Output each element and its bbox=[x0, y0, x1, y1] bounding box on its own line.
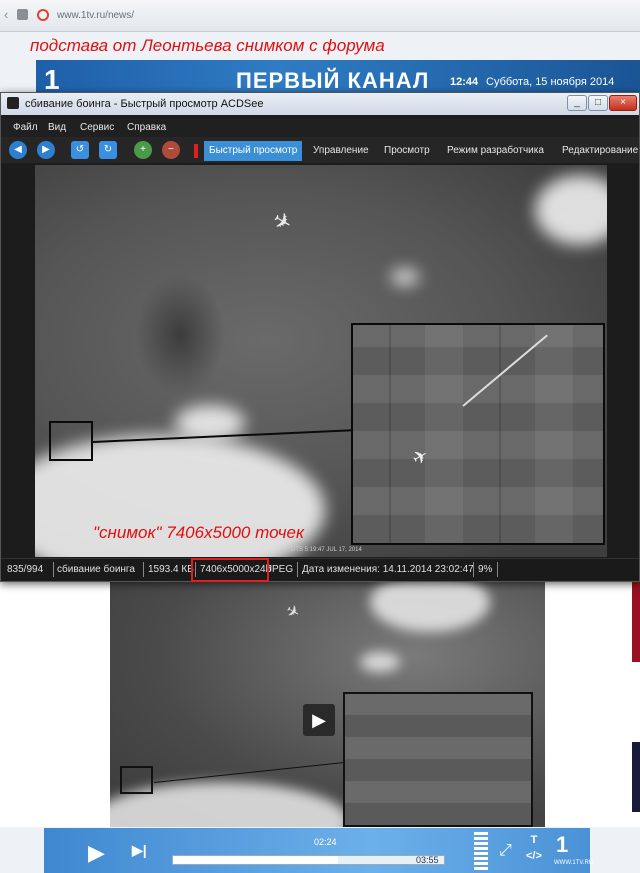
site-time: 12:44 bbox=[450, 76, 479, 88]
tab-edit[interactable]: Редактирование bbox=[557, 141, 640, 161]
side-thumbnail[interactable] bbox=[632, 742, 640, 812]
browser-address-bar: ‹ www.1tv.ru/news/ bbox=[0, 0, 640, 32]
status-bar: 835/994 сбивание боинга 1593.4 КБ 7406x5… bbox=[1, 558, 639, 582]
acdsee-window: сбивание боинга - Быстрый просмотр ACDSe… bbox=[0, 92, 640, 582]
volume-icon[interactable] bbox=[474, 832, 488, 870]
plane-icon: ✈ bbox=[282, 601, 303, 624]
status-filename: сбивание боинга bbox=[57, 564, 135, 575]
video-selection-box bbox=[120, 766, 153, 794]
site-icon bbox=[37, 9, 49, 21]
play-icon[interactable]: ▶ bbox=[88, 840, 105, 866]
window-titlebar[interactable]: сбивание боинга - Быстрый просмотр ACDSe… bbox=[1, 93, 639, 115]
image-stamp: DTS 5:19:47 JUL 17, 2014 bbox=[291, 547, 362, 553]
town-area bbox=[135, 275, 225, 395]
site-label: WWW.1TV.RU bbox=[554, 860, 594, 866]
channel-name[interactable]: ПЕРВЫЙ КАНАЛ bbox=[236, 68, 429, 94]
next-icon[interactable]: ▶| bbox=[132, 842, 147, 859]
tab-indicator bbox=[194, 144, 198, 158]
status-modified: Дата изменения: 14.11.2014 23:02:47 bbox=[302, 564, 474, 575]
divider bbox=[53, 562, 54, 577]
page-icon bbox=[17, 9, 28, 20]
cloud bbox=[535, 175, 607, 245]
tab-developer[interactable]: Режим разработчика bbox=[442, 141, 549, 161]
progress-track[interactable] bbox=[172, 855, 445, 865]
status-format: JPEG bbox=[267, 564, 294, 575]
tab-view[interactable]: Просмотр bbox=[379, 141, 435, 161]
side-banner[interactable] bbox=[632, 582, 640, 662]
play-icon[interactable]: ▶ bbox=[303, 704, 335, 736]
image-viewer[interactable]: ✈ ✈ "снимок" 7406x5000 точек DTS 5:19:47… bbox=[35, 165, 607, 557]
rotate-left-icon[interactable]: ↺ bbox=[71, 141, 89, 159]
progress-fill bbox=[173, 856, 339, 864]
menu-help[interactable]: Справка bbox=[127, 122, 166, 133]
field-pattern bbox=[353, 325, 603, 543]
video-zoom-inset bbox=[343, 692, 533, 827]
back-icon[interactable]: ◀ bbox=[9, 141, 27, 159]
channel-logo-icon[interactable]: 1 bbox=[556, 832, 568, 858]
dimensions-highlight bbox=[191, 558, 269, 582]
divider bbox=[143, 562, 144, 577]
cloud bbox=[360, 652, 400, 672]
headline-annotation: подстава от Леонтьева снимком с форума bbox=[30, 36, 385, 55]
embed-icon[interactable]: T </> bbox=[526, 832, 542, 864]
page-right-column bbox=[545, 582, 640, 827]
tab-quick-view[interactable]: Быстрый просмотр bbox=[204, 141, 303, 161]
zoom-inset: ✈ bbox=[351, 323, 605, 545]
fullscreen-icon[interactable]: ⤢ bbox=[499, 842, 512, 860]
menu-bar: Файл Вид Сервис Справка bbox=[1, 119, 639, 137]
menu-view[interactable]: Вид bbox=[48, 122, 66, 133]
page-left-column bbox=[0, 582, 110, 827]
maximize-button[interactable]: □ bbox=[588, 95, 608, 111]
zoom-out-icon[interactable]: − bbox=[162, 141, 180, 159]
menu-tools[interactable]: Сервис bbox=[80, 122, 114, 133]
window-title: сбивание боинга - Быстрый просмотр ACDSe… bbox=[25, 98, 264, 110]
toolbar: ◀ ▶ ↺ ↻ + − Быстрый просмотр Управление … bbox=[1, 137, 639, 163]
forward-icon[interactable]: ▶ bbox=[37, 141, 55, 159]
minimize-button[interactable]: _ bbox=[567, 95, 587, 111]
nav-arrow-icon[interactable]: ‹ bbox=[4, 8, 14, 22]
site-date: Суббота, 15 ноября 2014 bbox=[486, 76, 615, 88]
menu-file[interactable]: Файл bbox=[13, 122, 38, 133]
close-button[interactable]: × bbox=[609, 95, 637, 111]
video-player-bar: ▶ ▶| 02:24 03:55 ⤢ T </> 1 WWW.1TV.RU bbox=[44, 828, 594, 873]
cloud bbox=[370, 582, 490, 632]
status-index: 835/994 bbox=[7, 564, 44, 575]
divider bbox=[297, 562, 298, 577]
cloud bbox=[391, 269, 419, 285]
zoom-in-icon[interactable]: + bbox=[134, 141, 152, 159]
embed-label: T bbox=[530, 834, 538, 846]
rotate-right-icon[interactable]: ↻ bbox=[99, 141, 117, 159]
divider bbox=[497, 562, 498, 577]
url-text[interactable]: www.1tv.ru/news/ bbox=[57, 10, 134, 21]
selection-box bbox=[49, 421, 93, 461]
image-margin-left bbox=[1, 165, 35, 557]
image-caption: "снимок" 7406x5000 точек bbox=[93, 523, 305, 542]
status-filesize: 1593.4 КБ bbox=[148, 564, 194, 575]
video-connector-line bbox=[153, 762, 344, 783]
duration-time: 03:55 bbox=[416, 855, 439, 865]
tab-manage[interactable]: Управление bbox=[308, 141, 374, 161]
current-time: 02:24 bbox=[314, 837, 337, 847]
divider bbox=[473, 562, 474, 577]
image-margin-right bbox=[607, 165, 639, 557]
status-zoom: 9% bbox=[478, 564, 493, 575]
plane-icon: ✈ bbox=[268, 206, 297, 238]
app-icon bbox=[7, 97, 19, 109]
